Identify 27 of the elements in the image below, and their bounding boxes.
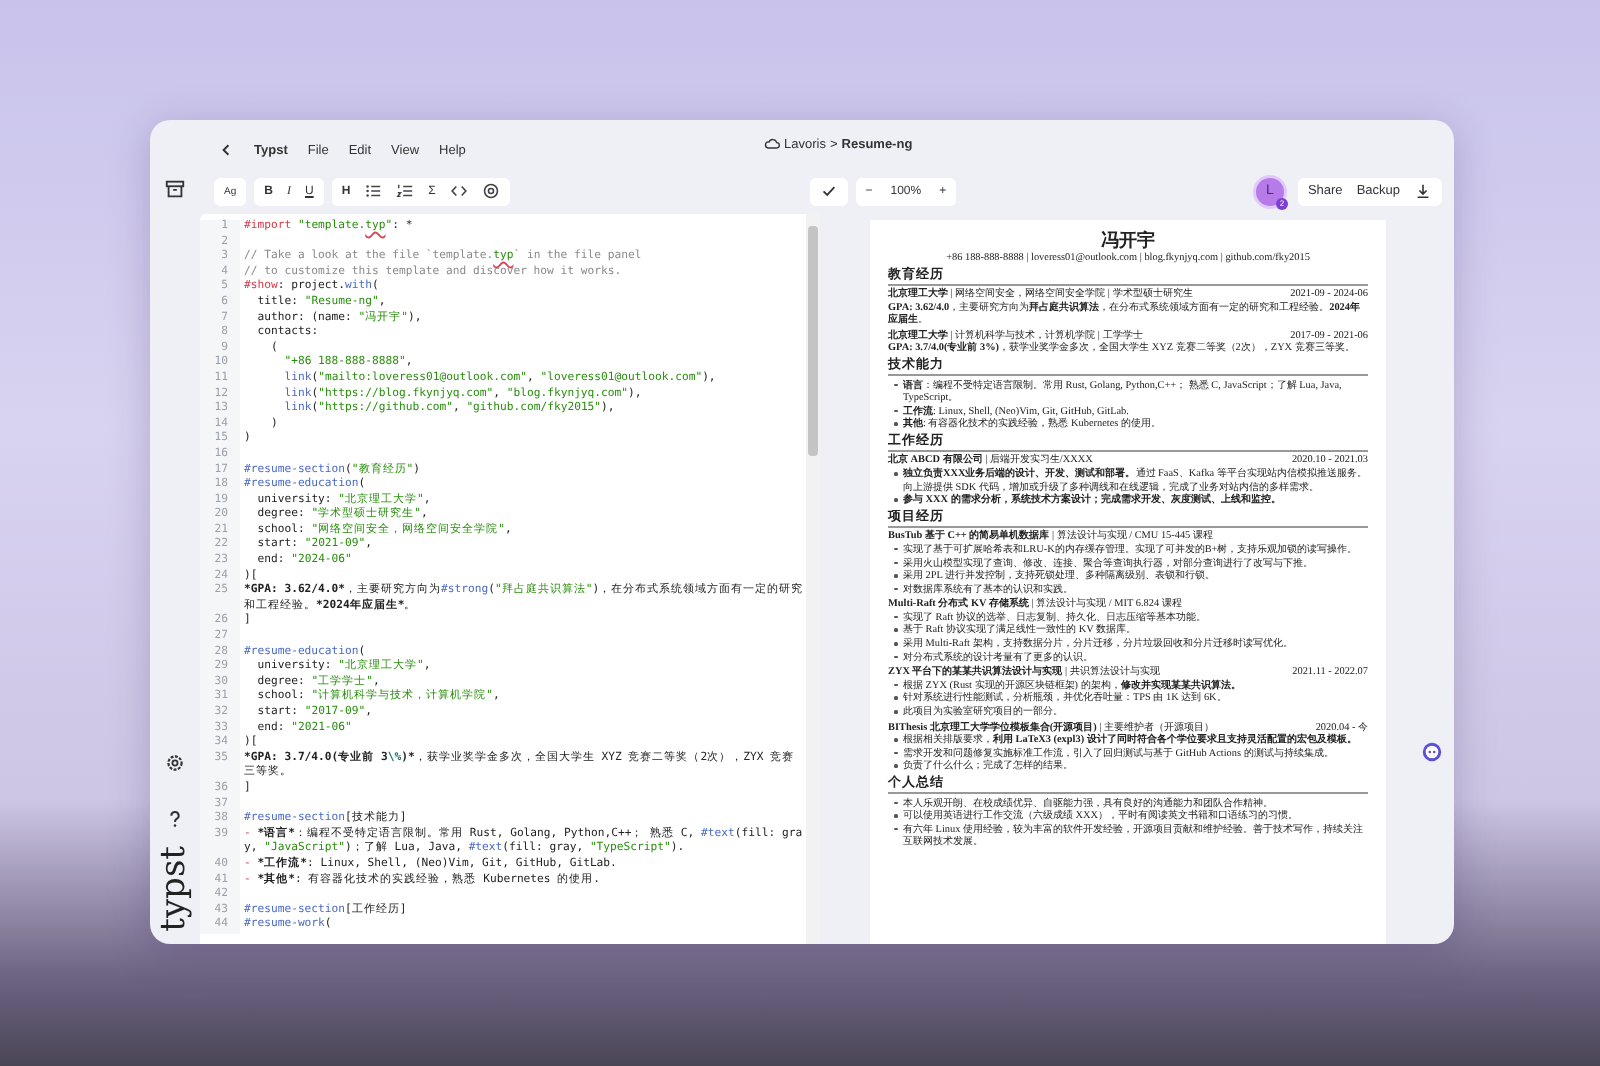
bullet-list-icon[interactable] [364, 182, 383, 200]
checkmark-icon[interactable] [819, 182, 838, 200]
bullet-mark [894, 764, 897, 768]
bullet-mark [894, 422, 897, 426]
bullet-mark [894, 814, 897, 818]
typst-logo: typst [158, 846, 192, 932]
bullet-mark [894, 574, 897, 578]
numbered-list-icon[interactable] [396, 182, 415, 200]
download-icon[interactable] [1414, 182, 1432, 200]
archive-icon[interactable] [164, 178, 186, 200]
bullet-mark [894, 738, 897, 742]
code-editor[interactable] [200, 214, 820, 944]
smiley-icon[interactable] [1422, 742, 1442, 762]
cloud-icon [764, 136, 780, 152]
bullet-mark [894, 472, 897, 476]
at-sign-icon[interactable] [481, 182, 500, 200]
scrollbar-thumb[interactable] [808, 226, 818, 456]
bullet-mark [894, 498, 897, 502]
bullet-mark [894, 696, 897, 700]
bullet-mark [894, 628, 897, 632]
bullet-mark [894, 642, 897, 646]
settings-icon[interactable] [164, 752, 186, 775]
bullet-mark [894, 710, 897, 714]
help-icon[interactable] [164, 808, 186, 831]
code-icon[interactable] [449, 182, 468, 200]
resume-name: 冯开宇 [1099, 230, 1157, 252]
back-chevron-icon[interactable] [218, 142, 234, 158]
